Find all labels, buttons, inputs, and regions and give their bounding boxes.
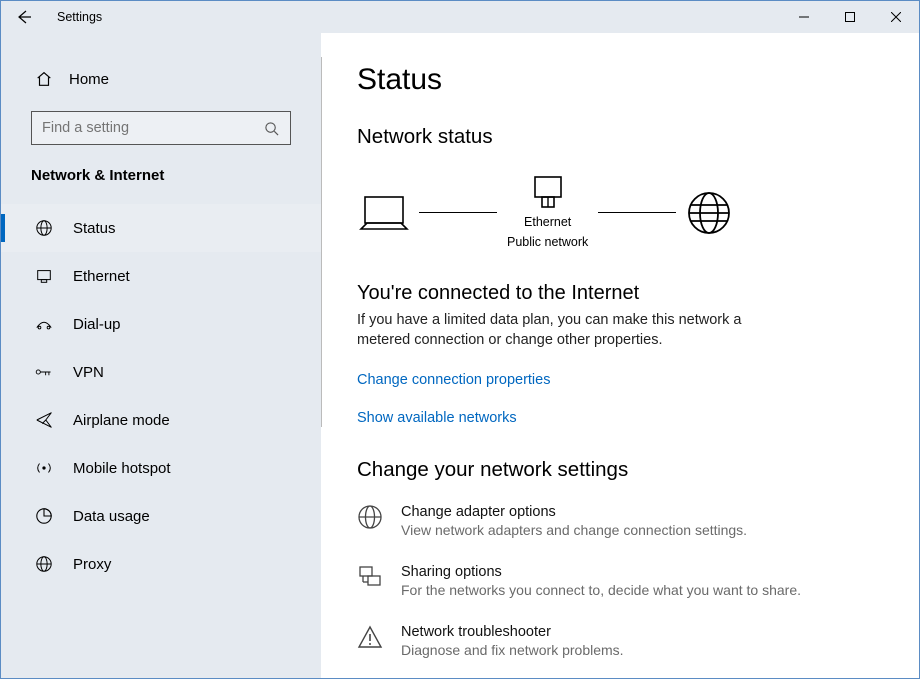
dialup-icon: [35, 315, 53, 333]
home-icon: [35, 70, 53, 88]
option-desc: For the networks you connect to, decide …: [401, 582, 801, 598]
minimize-button[interactable]: [781, 1, 827, 33]
sidebar-item-proxy[interactable]: Proxy: [1, 540, 321, 588]
maximize-button[interactable]: [827, 1, 873, 33]
adapter-options-icon: [357, 504, 383, 530]
option-troubleshooter[interactable]: Network troubleshooter Diagnose and fix …: [357, 624, 883, 658]
sidebar-item-label: Data usage: [73, 508, 150, 525]
sidebar-home[interactable]: Home: [1, 57, 321, 101]
internet-globe-icon: [686, 190, 732, 236]
option-title: Network troubleshooter: [401, 624, 624, 640]
close-button[interactable]: [873, 1, 919, 33]
router-icon: [531, 175, 565, 211]
sidebar-item-airplane[interactable]: Airplane mode: [1, 396, 321, 444]
sidebar-item-label: Status: [73, 220, 116, 237]
option-desc: View network adapters and change connect…: [401, 522, 747, 538]
datausage-icon: [35, 507, 53, 525]
computer-icon: [359, 193, 409, 233]
back-icon[interactable]: [15, 8, 33, 26]
sidebar-category: Network & Internet: [1, 161, 321, 204]
sidebar-item-vpn[interactable]: VPN: [1, 348, 321, 396]
sidebar-item-label: Airplane mode: [73, 412, 170, 429]
sidebar-item-label: VPN: [73, 364, 104, 381]
option-sharing[interactable]: Sharing options For the networks you con…: [357, 564, 883, 598]
option-title: Change adapter options: [401, 504, 747, 520]
option-desc: Diagnose and fix network problems.: [401, 642, 624, 658]
proxy-icon: [35, 555, 53, 573]
troubleshooter-icon: [357, 624, 383, 650]
page-title: Status: [357, 63, 883, 97]
sharing-options-icon: [357, 564, 383, 590]
sidebar: Home Network & Internet Status: [1, 33, 321, 678]
globe-icon: [35, 219, 53, 237]
window-title: Settings: [57, 10, 102, 24]
sidebar-item-label: Dial-up: [73, 316, 121, 333]
sidebar-home-label: Home: [69, 71, 109, 88]
change-settings-heading: Change your network settings: [357, 458, 883, 482]
search-icon: [262, 119, 280, 137]
link-show-available-networks[interactable]: Show available networks: [357, 410, 517, 426]
sidebar-item-hotspot[interactable]: Mobile hotspot: [1, 444, 321, 492]
diagram-network-type: Public network: [507, 235, 588, 251]
sidebar-item-label: Proxy: [73, 556, 111, 573]
link-change-connection-properties[interactable]: Change connection properties: [357, 372, 550, 388]
vpn-icon: [35, 363, 53, 381]
connected-title: You're connected to the Internet: [357, 282, 883, 305]
search-input-wrap[interactable]: [31, 111, 291, 145]
ethernet-icon: [35, 267, 53, 285]
sidebar-item-label: Mobile hotspot: [73, 460, 171, 477]
option-title: Sharing options: [401, 564, 801, 580]
sidebar-item-label: Ethernet: [73, 268, 130, 285]
option-change-adapter[interactable]: Change adapter options View network adap…: [357, 504, 883, 538]
content-pane: Status Network status Ethernet Public ne…: [321, 33, 919, 678]
network-status-heading: Network status: [357, 125, 883, 149]
sidebar-item-ethernet[interactable]: Ethernet: [1, 252, 321, 300]
titlebar: Settings: [1, 1, 919, 33]
sidebar-item-status[interactable]: Status: [1, 204, 321, 252]
network-diagram: Ethernet Public network: [357, 169, 883, 264]
connected-description: If you have a limited data plan, you can…: [357, 311, 797, 350]
sidebar-item-datausage[interactable]: Data usage: [1, 492, 321, 540]
hotspot-icon: [35, 459, 53, 477]
airplane-icon: [35, 411, 53, 429]
diagram-connection-name: Ethernet: [524, 215, 571, 231]
sidebar-item-dialup[interactable]: Dial-up: [1, 300, 321, 348]
search-input[interactable]: [42, 120, 254, 136]
